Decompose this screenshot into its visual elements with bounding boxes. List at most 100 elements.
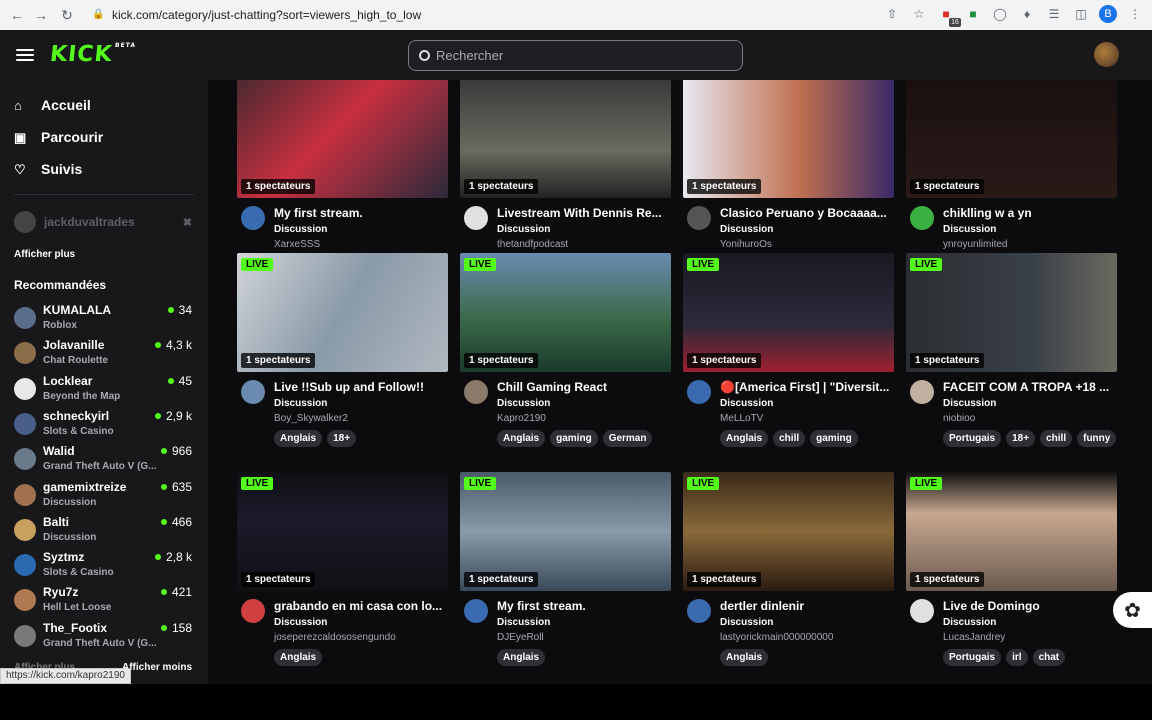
streamer-avatar[interactable] (241, 599, 265, 623)
sidebar-item-browse[interactable]: ▣ Parcourir (14, 129, 103, 145)
kick-logo[interactable]: KICK BETA (49, 42, 137, 67)
stream-title[interactable]: Livestream With Dennis Re... (497, 206, 671, 220)
recommended-channel[interactable]: Syztmz Slots & Casino 2,8 k (14, 550, 192, 582)
streamer-name[interactable]: Kapro2190 (497, 413, 546, 424)
tag-chip[interactable]: chill (1040, 430, 1073, 447)
stream-thumbnail[interactable]: LIVE 1 spectateurs (683, 253, 894, 372)
recommended-channel[interactable]: gamemixtreize Discussion 635 (14, 480, 192, 512)
streamer-name[interactable]: LucasJandrey (943, 632, 1005, 643)
extension-green-icon[interactable]: ■ (964, 5, 982, 23)
stream-category[interactable]: Discussion (497, 398, 550, 409)
tag-chip[interactable]: German (602, 430, 653, 447)
forward-icon[interactable]: → (32, 6, 50, 24)
stream-category[interactable]: Discussion (943, 617, 996, 628)
streamer-avatar[interactable] (910, 380, 934, 404)
stream-card[interactable]: LIVE 1 spectateurs 🔴[America First] | "Div… (683, 253, 894, 453)
streamer-avatar[interactable] (241, 380, 265, 404)
address-bar[interactable]: 🔒 kick.com/category/just-chatting?sort=v… (92, 4, 722, 26)
tag-chip[interactable]: Anglais (497, 430, 546, 447)
streamer-name[interactable]: thetandfpodcast (497, 239, 568, 250)
streamer-avatar[interactable] (241, 206, 265, 230)
stream-category[interactable]: Discussion (720, 617, 773, 628)
tag-chip[interactable]: gaming (810, 430, 858, 447)
search-input[interactable]: Rechercher (408, 40, 743, 71)
stream-category[interactable]: Discussion (274, 617, 327, 628)
streamer-avatar[interactable] (687, 206, 711, 230)
tag-chip[interactable]: Anglais (497, 649, 546, 666)
stream-card[interactable]: 1 spectateurs Livestream With Dennis Re..… (460, 80, 671, 279)
stream-card[interactable]: LIVE 1 spectateurs Live !!Sub up and Follo… (237, 253, 448, 453)
stream-card[interactable]: LIVE 1 spectateurs Live de Domingo Discussi… (906, 472, 1117, 672)
stream-title[interactable]: FACEIT COM A TROPA +18 ... (943, 380, 1117, 394)
stream-card[interactable]: 1 spectateurs My first stream. Discussion X… (237, 80, 448, 279)
sidebar-item-following[interactable]: ♡ Suivis (14, 161, 82, 177)
streamer-name[interactable]: niobioo (943, 413, 975, 424)
recommended-channel[interactable]: Locklear Beyond the Map 45 (14, 374, 192, 406)
streamer-avatar[interactable] (910, 206, 934, 230)
recommended-channel[interactable]: schneckyirl Slots & Casino 2,9 k (14, 409, 192, 441)
stream-category[interactable]: Discussion (943, 398, 996, 409)
streamer-name[interactable]: ynroyunlimited (943, 239, 1007, 250)
stream-card[interactable]: 1 spectateurs Clasico Peruano y Bocaaaa..… (683, 80, 894, 279)
stream-thumbnail[interactable]: 1 spectateurs (683, 80, 894, 198)
stream-thumbnail[interactable]: LIVE 1 spectateurs (683, 472, 894, 591)
show-more-link[interactable]: Afficher plus (14, 249, 75, 260)
recommended-channel[interactable]: Balti Discussion 466 (14, 515, 192, 547)
tag-chip[interactable]: Portugais (943, 430, 1002, 447)
stream-title[interactable]: Chill Gaming React (497, 380, 671, 394)
shield-icon[interactable]: ◯ (991, 5, 1009, 23)
stream-category[interactable]: Discussion (720, 224, 773, 235)
stream-thumbnail[interactable]: LIVE 1 spectateurs (460, 472, 671, 591)
streamer-name[interactable]: YonihuroOs (720, 239, 772, 250)
stream-title[interactable]: My first stream. (497, 599, 671, 613)
show-less-link[interactable]: Afficher moins (122, 662, 192, 673)
tag-chip[interactable]: 18+ (327, 430, 357, 447)
tag-chip[interactable]: Anglais (274, 430, 323, 447)
stream-category[interactable]: Discussion (497, 224, 550, 235)
streamer-avatar[interactable] (687, 599, 711, 623)
recommended-channel[interactable]: Jolavanille Chat Roulette 4,3 k (14, 338, 192, 370)
stream-thumbnail[interactable]: LIVE 1 spectateurs (460, 253, 671, 372)
tag-chip[interactable]: funny (1077, 430, 1117, 447)
recommended-channel[interactable]: The_Footix Grand Theft Auto V (G... 158 (14, 621, 192, 653)
streamer-name[interactable]: MeLLoTV (720, 413, 763, 424)
stream-thumbnail[interactable]: 1 spectateurs (237, 80, 448, 198)
menu-icon[interactable]: ⋮ (1126, 5, 1144, 23)
stream-card[interactable]: 1 spectateurs chiklling w a yn Discussion y… (906, 80, 1117, 279)
media-icon[interactable]: ☰ (1045, 5, 1063, 23)
stream-thumbnail[interactable]: LIVE 1 spectateurs (237, 253, 448, 372)
tag-chip[interactable]: chill (773, 430, 806, 447)
recommended-channel[interactable]: Ryu7z Hell Let Loose 421 (14, 585, 192, 617)
recommended-channel[interactable]: Walid Grand Theft Auto V (G... 966 (14, 444, 192, 476)
stream-card[interactable]: LIVE 1 spectateurs FACEIT COM A TROPA +18 … (906, 253, 1117, 453)
tag-chip[interactable]: Anglais (274, 649, 323, 666)
stream-category[interactable]: Discussion (274, 398, 327, 409)
tag-chip[interactable]: Portugais (943, 649, 1002, 666)
streamer-avatar[interactable] (687, 380, 711, 404)
user-avatar[interactable] (1094, 42, 1119, 67)
stream-title[interactable]: 🔴[America First] | "Diversit... (720, 380, 894, 394)
stream-category[interactable]: Discussion (943, 224, 996, 235)
extension-red-icon[interactable]: ■ 16 (937, 5, 961, 27)
puzzle-icon[interactable]: ♦ (1018, 5, 1036, 23)
share-icon[interactable]: ⇧ (883, 5, 901, 23)
stream-thumbnail[interactable]: LIVE 1 spectateurs (237, 472, 448, 591)
streamer-avatar[interactable] (464, 380, 488, 404)
followed-channel[interactable]: jackduvaltrades ✖ (14, 211, 192, 233)
streamer-name[interactable]: joseperezcaldososengundo (274, 632, 396, 643)
streamer-avatar[interactable] (910, 599, 934, 623)
reload-icon[interactable]: ↻ (58, 6, 76, 24)
stream-category[interactable]: Discussion (720, 398, 773, 409)
stream-card[interactable]: LIVE 1 spectateurs grabando en mi casa con… (237, 472, 448, 672)
recommended-channel[interactable]: KUMALALA Roblox 34 (14, 303, 192, 335)
stream-card[interactable]: LIVE 1 spectateurs dertler dinlenir Discuss… (683, 472, 894, 672)
tag-chip[interactable]: Anglais (720, 649, 769, 666)
tag-chip[interactable]: 18+ (1006, 430, 1036, 447)
stream-title[interactable]: grabando en mi casa con lo... (274, 599, 448, 613)
stream-title[interactable]: My first stream. (274, 206, 448, 220)
streamer-avatar[interactable] (464, 599, 488, 623)
stream-title[interactable]: Clasico Peruano y Bocaaaa... (720, 206, 894, 220)
stream-category[interactable]: Discussion (497, 617, 550, 628)
stream-thumbnail[interactable]: 1 spectateurs (906, 80, 1117, 198)
stream-thumbnail[interactable]: LIVE 1 spectateurs (906, 253, 1117, 372)
